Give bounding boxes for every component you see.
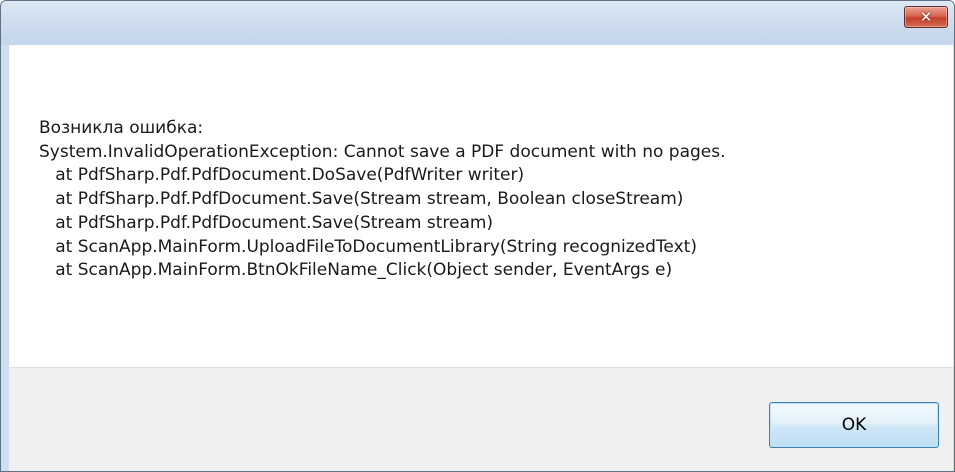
message-line-stack-4: at ScanApp.MainForm.UploadFileToDocument… <box>39 236 697 257</box>
error-dialog-window: ✕ Возникла ошибка: System.InvalidOperati… <box>0 0 955 472</box>
message-line-stack-3: at PdfSharp.Pdf.PdfDocument.Save(Stream … <box>39 212 494 233</box>
ok-button[interactable]: OK <box>769 402 939 448</box>
button-bar: OK <box>9 367 953 471</box>
message-line-stack-5: at ScanApp.MainForm.BtnOkFileName_Click(… <box>39 260 673 281</box>
error-message: Возникла ошибка: System.InvalidOperation… <box>39 117 726 283</box>
message-line-stack-2: at PdfSharp.Pdf.PdfDocument.Save(Stream … <box>39 189 684 210</box>
message-line-exception: System.InvalidOperationException: Cannot… <box>39 141 726 162</box>
message-line-stack-1: at PdfSharp.Pdf.PdfDocument.DoSave(PdfWr… <box>39 165 525 186</box>
message-area: Возникла ошибка: System.InvalidOperation… <box>9 45 953 367</box>
dialog-client-area: Возникла ошибка: System.InvalidOperation… <box>9 45 953 471</box>
message-line-heading: Возникла ошибка: <box>39 118 204 138</box>
close-icon: ✕ <box>919 7 933 26</box>
title-bar[interactable]: ✕ <box>1 1 954 45</box>
close-button[interactable]: ✕ <box>904 6 948 28</box>
